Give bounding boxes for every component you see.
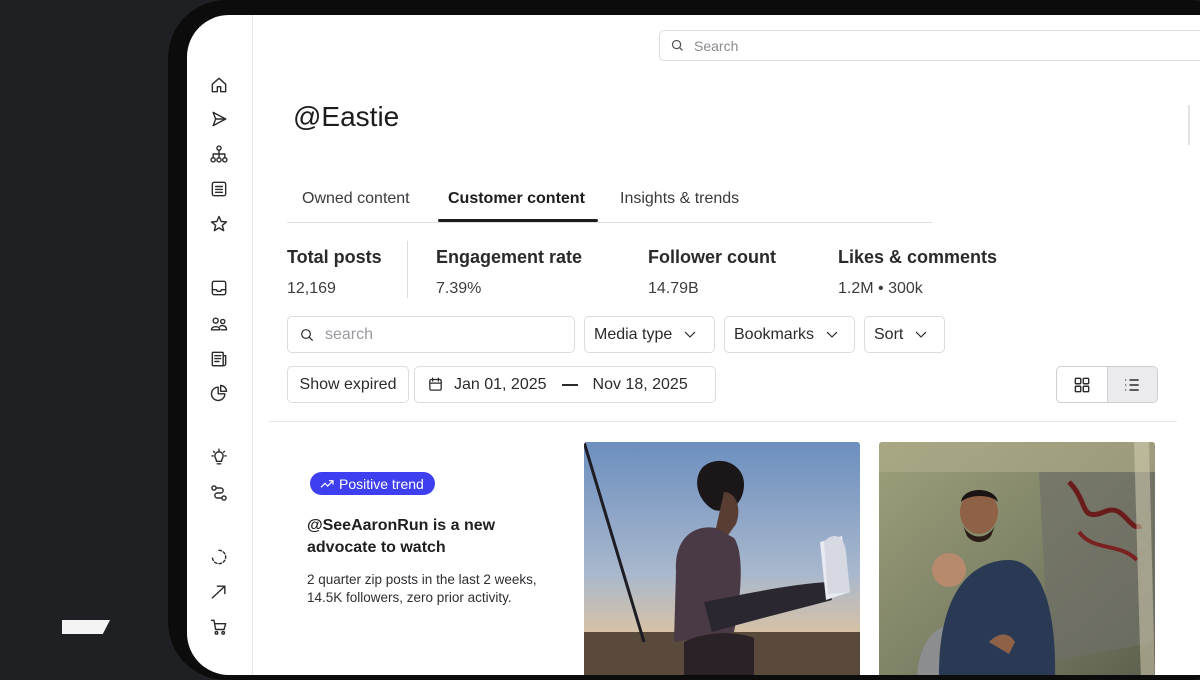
grid-view-button[interactable] xyxy=(1057,367,1107,402)
home-icon[interactable] xyxy=(208,74,230,96)
media-type-dropdown[interactable]: Media type xyxy=(584,316,715,353)
list-icon[interactable] xyxy=(208,178,230,200)
show-expired-button[interactable]: Show expired xyxy=(287,366,409,403)
loading-icon xyxy=(208,546,230,568)
lightbulb-icon[interactable] xyxy=(208,447,230,469)
pie-chart-icon[interactable] xyxy=(208,382,230,404)
sort-label: Sort xyxy=(874,325,904,343)
stat-divider xyxy=(407,241,408,298)
gym-photo xyxy=(879,442,1155,675)
view-mode-toggle xyxy=(1056,366,1158,403)
people-icon[interactable] xyxy=(208,313,230,335)
content-search-placeholder: search xyxy=(325,325,374,343)
chevron-down-icon xyxy=(684,331,696,338)
content-search-input[interactable]: search xyxy=(287,316,575,353)
search-icon xyxy=(671,39,683,51)
stat-value: 12,169 xyxy=(287,280,336,297)
stat-label: Total posts xyxy=(287,247,382,267)
brand-logo xyxy=(62,620,110,634)
list-view-icon xyxy=(1125,378,1139,391)
route-icon[interactable] xyxy=(208,482,230,504)
sort-dropdown[interactable]: Sort xyxy=(864,316,945,353)
content-tabs: Owned content Customer content Insights … xyxy=(287,180,932,223)
positive-trend-badge: Positive trend xyxy=(310,472,435,495)
post-image-gym-duo[interactable] xyxy=(879,442,1155,675)
newspaper-icon[interactable] xyxy=(208,348,230,370)
trending-up-icon xyxy=(320,479,334,488)
grid-icon xyxy=(1074,377,1090,392)
tab-customer-content[interactable]: Customer content xyxy=(448,190,585,220)
show-expired-label: Show expired xyxy=(299,375,397,393)
insight-description: 2 quarter zip posts in the last 2 weeks,… xyxy=(307,572,537,605)
trend-arrow-icon[interactable] xyxy=(208,581,230,603)
stat-label: Engagement rate xyxy=(436,247,583,267)
inbox-icon[interactable] xyxy=(208,277,230,299)
bookmarks-dropdown[interactable]: Bookmarks xyxy=(724,316,855,353)
star-icon[interactable] xyxy=(208,213,230,235)
stat-follower-count: Follower count 14.79B xyxy=(648,247,776,298)
global-search-input[interactable]: Search xyxy=(659,30,1200,61)
post-image-runner-stretch[interactable] xyxy=(584,442,860,675)
hierarchy-icon[interactable] xyxy=(208,143,230,165)
sidebar-rail xyxy=(187,15,253,675)
tab-owned-content[interactable]: Owned content xyxy=(302,190,410,220)
active-tab-indicator xyxy=(438,219,598,222)
insight-title[interactable]: @SeeAaronRun is a new advocate to watch xyxy=(307,515,547,559)
stat-label: Likes & comments xyxy=(838,247,998,267)
cart-icon[interactable] xyxy=(208,616,230,638)
global-search-placeholder: Search xyxy=(694,37,739,54)
stat-value: 7.39% xyxy=(436,280,482,297)
badge-label: Positive trend xyxy=(339,475,424,492)
date-range-picker[interactable]: Jan 01, 2025 Nov 18, 2025 xyxy=(414,366,716,403)
stat-label: Follower count xyxy=(648,247,776,267)
chevron-down-icon xyxy=(826,331,838,338)
search-icon xyxy=(301,328,313,341)
stat-engagement-rate: Engagement rate 7.39% xyxy=(436,247,582,298)
calendar-icon xyxy=(429,377,442,391)
stat-value: 1.2M • 300k xyxy=(838,280,923,297)
stat-total-posts: Total posts 12,169 xyxy=(287,247,382,298)
send-icon[interactable] xyxy=(208,108,230,130)
media-type-label: Media type xyxy=(594,325,673,343)
runner-photo xyxy=(584,442,860,675)
app-screen: Search @Eastie Owned content Customer co… xyxy=(187,15,1200,675)
list-view-button[interactable] xyxy=(1106,367,1157,402)
date-start: Jan 01, 2025 xyxy=(454,375,547,393)
panel-edge xyxy=(1188,105,1190,145)
tab-insights-trends[interactable]: Insights & trends xyxy=(620,190,739,220)
date-end: Nov 18, 2025 xyxy=(592,375,688,393)
chevron-down-icon xyxy=(916,331,927,338)
date-range-dash xyxy=(561,383,578,386)
bookmarks-label: Bookmarks xyxy=(734,325,815,343)
page-title: @Eastie xyxy=(293,101,400,132)
stat-value: 14.79B xyxy=(648,280,699,297)
stat-likes-comments: Likes & comments 1.2M • 300k xyxy=(838,247,997,298)
section-divider xyxy=(269,421,1177,422)
